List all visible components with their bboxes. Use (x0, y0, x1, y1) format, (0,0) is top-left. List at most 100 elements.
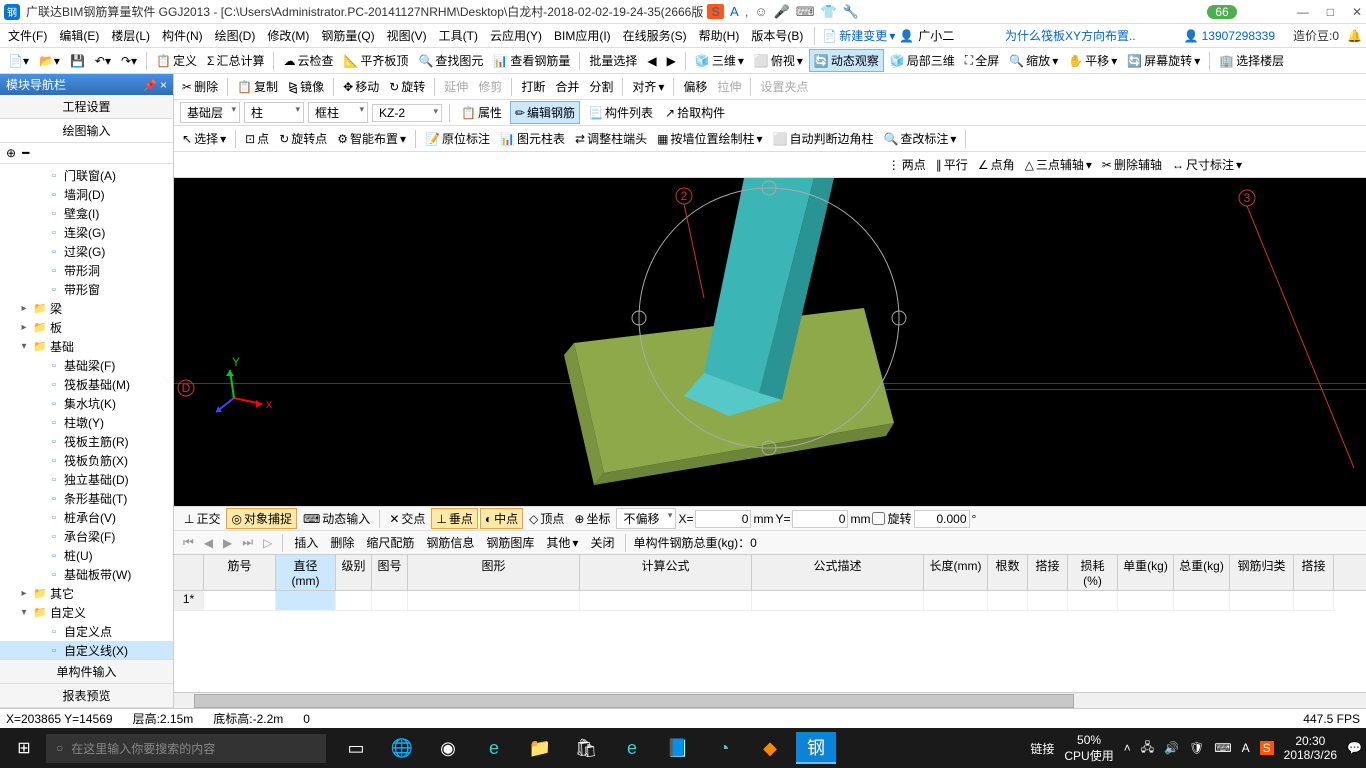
parallel-button[interactable]: ∥平行 (932, 154, 972, 175)
task-view-icon[interactable]: ▭ (336, 732, 376, 764)
rebar-lib-button[interactable]: 钢筋图库 (482, 532, 538, 553)
rotate-button[interactable]: ↻旋转 (385, 76, 429, 97)
point-angle-button[interactable]: ∠点角 (974, 154, 1019, 175)
tray-kbd-icon[interactable]: ⌨ (1214, 741, 1231, 755)
cloud-check-button[interactable]: ☁云检查 (279, 50, 337, 71)
local-3d-button[interactable]: 🧊局部三维 (886, 50, 959, 71)
grid-col-header[interactable]: 搭接 (1028, 555, 1068, 590)
nav-next[interactable]: ▶ (220, 536, 235, 550)
three-point-button[interactable]: △三点辅轴▾ (1021, 154, 1096, 175)
grid-cell[interactable] (752, 591, 924, 611)
sum-button[interactable]: Σ汇总计算 (203, 50, 268, 71)
redo-button[interactable]: ↷▾ (117, 52, 141, 70)
grid-cell[interactable] (988, 591, 1028, 611)
grid-cell[interactable] (372, 591, 408, 611)
tab-draw-input[interactable]: 绘图输入 (0, 119, 173, 143)
start-button[interactable]: ⊞ (4, 738, 44, 758)
ime-shirt-icon[interactable]: 👕 (821, 4, 837, 20)
grid-col-header[interactable]: 钢筋归类 (1230, 555, 1294, 590)
taskbar-app-orange[interactable]: ◆ (750, 732, 790, 764)
tree-item[interactable]: ▸📁其它 (0, 584, 173, 603)
tree-item[interactable]: ▫筏板负筋(X) (0, 451, 173, 470)
rot-check[interactable] (872, 512, 885, 525)
bell-icon[interactable]: 🔔 (1347, 29, 1362, 43)
find-elem-button[interactable]: 🔍查找图元 (414, 50, 487, 71)
smart-layout-button[interactable]: ⚙智能布置▾ (333, 128, 410, 149)
menu-help[interactable]: 帮助(H) (695, 25, 744, 46)
tray-vol-icon[interactable]: 🔊 (1164, 741, 1179, 755)
grid-cell[interactable] (1294, 591, 1334, 611)
subcat-combo[interactable]: 框柱 (308, 102, 368, 123)
define-button[interactable]: 📋定义 (152, 50, 201, 71)
new-button[interactable]: 📄▾ (4, 52, 33, 70)
menu-edit[interactable]: 编辑(E) (55, 25, 103, 46)
taskbar-app-ie[interactable]: e (612, 732, 652, 764)
x-input[interactable] (695, 510, 751, 528)
tray-shield-icon[interactable]: 🛡 (1189, 741, 1204, 755)
grid-col-header[interactable]: 搭接 (1294, 555, 1334, 590)
snap-inter[interactable]: ✕交点 (385, 509, 429, 528)
tree-item[interactable]: ▾📁自定义 (0, 603, 173, 622)
tree-item[interactable]: ▫桩(U) (0, 546, 173, 565)
tree-item[interactable]: ▫基础板带(W) (0, 565, 173, 584)
tree-item[interactable]: ▫筏板主筋(R) (0, 432, 173, 451)
rdelete-button[interactable]: 删除 (326, 532, 358, 553)
inplace-button[interactable]: 📝原位标注 (421, 128, 494, 149)
grid-cell[interactable] (1068, 591, 1118, 611)
tree-item[interactable]: ▫带形窗 (0, 280, 173, 299)
tree-item[interactable]: ▫连梁(G) (0, 223, 173, 242)
snap-perp[interactable]: ⊥垂点 (431, 508, 477, 529)
grid-col-header[interactable]: 图形 (408, 555, 580, 590)
pick-member-button[interactable]: ↗拾取构件 (661, 102, 729, 123)
tab-single-input[interactable]: 单构件输入 (0, 660, 173, 684)
ime-mic-icon[interactable]: 🎤 (774, 4, 790, 20)
grid-col-header[interactable] (174, 555, 204, 590)
grid-cell[interactable] (204, 591, 276, 611)
nav-goto[interactable]: ▷ (260, 536, 275, 550)
tree-item[interactable]: ▸📁板 (0, 318, 173, 337)
tree-item[interactable]: ▫独立基础(D) (0, 470, 173, 489)
menu-view[interactable]: 视图(V) (383, 25, 431, 46)
grid-col-header[interactable]: 根数 (988, 555, 1028, 590)
check-label-button[interactable]: 🔍查改标注▾ (879, 128, 960, 149)
wall-col-button[interactable]: ▦按墙位置绘制柱▾ (653, 128, 766, 149)
green-badge[interactable]: 66 (1207, 5, 1236, 19)
tree-item[interactable]: ▫承台梁(F) (0, 527, 173, 546)
nav-prev[interactable]: ◀ (201, 536, 216, 550)
prev-button[interactable]: ◀ (643, 52, 660, 70)
snap-mid[interactable]: ◐中点 (480, 508, 523, 529)
grid-cell[interactable] (336, 591, 372, 611)
taskbar-app-word[interactable]: 📘 (658, 732, 698, 764)
level-top-button[interactable]: 📐平齐板顶 (339, 50, 412, 71)
floor-combo[interactable]: 基础层 (180, 102, 240, 123)
ime-comma-icon[interactable]: , (745, 4, 749, 19)
tray-notif-icon[interactable]: 💬 (1347, 741, 1362, 755)
why-link[interactable]: 为什么筏板XY方向布置.. (1005, 27, 1136, 44)
new-change-button[interactable]: 📄新建变更▾ (822, 27, 895, 44)
sidebar-close-icon[interactable]: × (160, 78, 167, 92)
grid-col-header[interactable]: 长度(mm) (924, 555, 988, 590)
tree-item[interactable]: ▫墙洞(D) (0, 185, 173, 204)
menu-file[interactable]: 文件(F) (4, 25, 51, 46)
grid-cell[interactable]: 1* (174, 591, 204, 611)
auto-corner-button[interactable]: ⬜自动判断边角柱 (768, 128, 877, 149)
tray-sogou-icon[interactable]: S (1260, 741, 1274, 755)
category-combo[interactable]: 柱 (244, 102, 304, 123)
viewport-3d[interactable]: 2 3 D x Y (174, 178, 1366, 506)
osnap-button[interactable]: ◎对象捕捉 (226, 508, 297, 529)
select-button[interactable]: ↖选择▾ (178, 128, 230, 149)
tree-item[interactable]: ▫柱墩(Y) (0, 413, 173, 432)
dyn-input-button[interactable]: ⌨动态输入 (299, 509, 374, 528)
view-rebar-button[interactable]: 📊查看钢筋量 (489, 50, 574, 71)
tree-item[interactable]: ▸📁梁 (0, 299, 173, 318)
maximize-button[interactable]: □ (1327, 5, 1334, 19)
grid-col-header[interactable]: 损耗(%) (1068, 555, 1118, 590)
merge-button[interactable]: 合并 (551, 76, 583, 97)
rotate-point-button[interactable]: ↻旋转点 (275, 128, 331, 149)
property-button[interactable]: 📋属性 (457, 102, 506, 123)
grid-cell[interactable] (276, 591, 336, 611)
tab-report-preview[interactable]: 报表预览 (0, 684, 173, 708)
tree-item[interactable]: ▫桩承台(V) (0, 508, 173, 527)
grid-cell[interactable] (408, 591, 580, 611)
grid-col-header[interactable]: 公式描述 (752, 555, 924, 590)
